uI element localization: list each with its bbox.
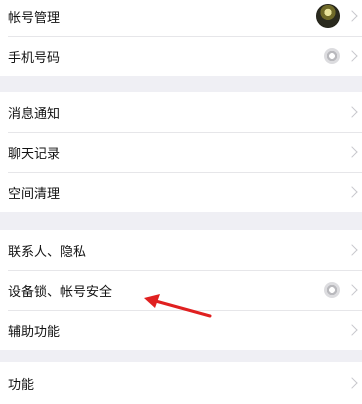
settings-item-label: 帐号管理 (8, 10, 61, 26)
chevron-right-icon (346, 106, 358, 118)
avatar (316, 4, 340, 28)
settings-group-features: 功能 (0, 362, 362, 404)
settings-item-storage-cleanup[interactable]: 空间清理 (0, 172, 362, 212)
settings-item-label: 空间清理 (8, 186, 61, 202)
settings-item-label: 手机号码 (8, 50, 61, 66)
settings-group-account: 帐号管理 手机号码 (0, 0, 362, 76)
chevron-right-icon (346, 146, 358, 158)
settings-item-label: 联系人、隐私 (8, 244, 87, 260)
settings-item-label: 聊天记录 (8, 146, 61, 162)
chevron-right-icon (346, 324, 358, 336)
settings-item-phone-number[interactable]: 手机号码 (0, 36, 362, 76)
settings-item-label: 设备锁、帐号安全 (8, 284, 113, 300)
settings-item-contacts-privacy[interactable]: 联系人、隐私 (0, 230, 362, 270)
section-gap (0, 350, 362, 362)
settings-item-notifications[interactable]: 消息通知 (0, 92, 362, 132)
chevron-right-icon (346, 186, 358, 198)
red-arrow-annotation (144, 294, 212, 318)
chevron-right-icon (346, 10, 358, 22)
settings-item-account-management[interactable]: 帐号管理 (0, 0, 362, 36)
settings-group-general: 消息通知 聊天记录 空间清理 (0, 92, 362, 212)
section-gap (0, 212, 362, 230)
status-dot-icon (324, 282, 340, 298)
section-gap (0, 76, 362, 92)
chevron-right-icon (346, 377, 358, 389)
settings-item-features[interactable]: 功能 (0, 362, 362, 404)
chevron-right-icon (346, 244, 358, 256)
settings-item-label: 消息通知 (8, 106, 61, 122)
chevron-right-icon (346, 50, 358, 62)
chevron-right-icon (346, 284, 358, 296)
settings-item-chat-history[interactable]: 聊天记录 (0, 132, 362, 172)
settings-item-label: 功能 (8, 377, 35, 393)
status-dot-icon (324, 48, 340, 64)
settings-item-label: 辅助功能 (8, 324, 61, 340)
